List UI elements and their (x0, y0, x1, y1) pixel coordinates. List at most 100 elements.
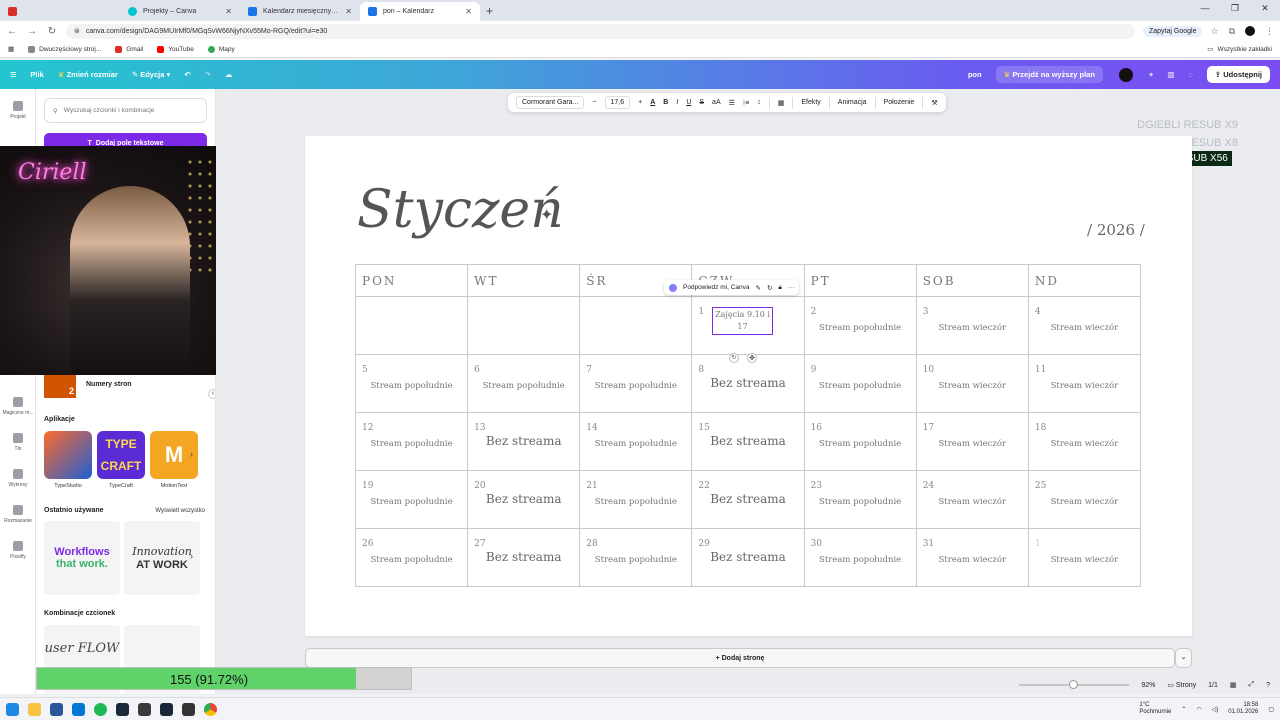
redo-icon[interactable]: ↷ (205, 70, 211, 79)
analytics-icon[interactable]: ▥ (1167, 70, 1174, 79)
chevron-down-icon[interactable]: ⌄ (1175, 648, 1192, 668)
calendar-day-cell[interactable]: 25 Stream wieczór (1027, 470, 1142, 529)
steam-icon[interactable] (116, 702, 129, 716)
suggest-canva-button[interactable]: Podpowiedz mi, Canva (683, 284, 749, 291)
day-event[interactable]: Stream popołudnie (805, 497, 916, 507)
position-button[interactable]: Położenie (884, 99, 915, 106)
menu-kebab-icon[interactable]: ⋮ (1265, 26, 1274, 37)
new-tab-button[interactable]: + (480, 4, 499, 21)
day-event[interactable]: Stream wieczór (917, 323, 1028, 333)
calendar-day-cell[interactable]: 1 Stream wieczór (1027, 528, 1142, 587)
browser-tab-3[interactable]: pon – Kalendarz ✕ (360, 2, 480, 21)
weather-widget[interactable]: 1°C Pochmurnie (1139, 702, 1171, 716)
browser-tab-2[interactable]: Kalendarz miesięczny – listopad… ✕ (240, 2, 360, 21)
day-event[interactable]: Stream wieczór (917, 497, 1028, 507)
calendar-day-cell[interactable] (579, 296, 693, 355)
file-menu[interactable]: Plik (30, 70, 43, 79)
calendar-day-cell[interactable]: 4 Stream wieczór (1027, 296, 1142, 355)
calendar-day-cell[interactable]: 2 Stream popołudnie (803, 296, 917, 355)
close-icon[interactable]: ✕ (345, 7, 352, 16)
calendar-day-cell[interactable]: 16 Stream popołudnie (803, 412, 917, 471)
magic-edit-icon[interactable]: ✎ (755, 284, 760, 292)
calendar-day-cell[interactable]: 24 Stream wieczór (915, 470, 1029, 529)
day-event[interactable]: Stream wieczór (917, 555, 1028, 565)
rail-item-pixelify[interactable]: Pixelify (0, 541, 36, 560)
add-collaborator-icon[interactable]: + (1149, 70, 1153, 79)
all-bookmarks[interactable]: ▭ Wszystkie zakładki (1207, 45, 1272, 54)
calendar-day-cell[interactable]: 14 Stream popołudnie (579, 412, 693, 471)
zoom-level[interactable]: 92% (1141, 682, 1155, 689)
calendar-day-cell[interactable]: 6 Stream popołudnie (467, 354, 581, 413)
calendar-day-cell[interactable]: 10 Stream wieczór (915, 354, 1029, 413)
rotate-handle-icon[interactable]: ↻ (729, 353, 739, 363)
document-name[interactable]: pon (968, 70, 982, 79)
zoom-slider-thumb[interactable] (1069, 680, 1079, 689)
app-typecraft[interactable]: TYPE CRAFT TypeCraft (97, 431, 145, 489)
calendar-day-cell[interactable]: 27 Bez streama (467, 528, 581, 587)
bookmark-item[interactable]: Dwuczęściowy stroj... (28, 45, 101, 53)
day-event[interactable]: Stream popołudnie (805, 555, 916, 565)
day-event[interactable]: Bez streama (468, 492, 579, 506)
bookmark-item[interactable]: Mapy (207, 45, 235, 53)
calendar-day-cell[interactable]: 19 Stream popołudnie (354, 470, 469, 529)
calendar-day-cell[interactable]: 5 Stream popołudnie (354, 354, 469, 413)
steam-icon[interactable] (160, 702, 173, 716)
day-event[interactable]: Stream wieczór (1029, 381, 1140, 391)
clock[interactable]: 18:58 01.01.2026 (1228, 702, 1258, 716)
extensions-icon[interactable]: ⧉ (1229, 26, 1235, 37)
bold-icon[interactable]: B (663, 99, 668, 106)
italic-icon[interactable]: I (676, 99, 678, 106)
calendar-day-cell[interactable]: 26 Stream popołudnie (354, 528, 469, 587)
share-button[interactable]: ⇪ Udostępnij (1206, 66, 1270, 83)
day-event[interactable]: Stream wieczór (1029, 497, 1140, 507)
day-event[interactable]: Bez streama (692, 376, 803, 390)
comment-icon[interactable]: ◌ (1188, 70, 1192, 79)
windows-start-icon[interactable] (6, 702, 19, 716)
app-icon[interactable] (138, 702, 151, 716)
file-explorer-icon[interactable] (28, 702, 41, 716)
weekday-header[interactable]: ND (1027, 264, 1142, 297)
app-icon[interactable] (72, 702, 85, 716)
sparkle-icon[interactable]: ✦ (540, 205, 553, 225)
align-center-icon[interactable]: ☰ (729, 99, 735, 107)
calendar-day-cell[interactable]: 31 Stream wieczór (915, 528, 1029, 587)
calendar-day-cell[interactable]: 12 Stream popołudnie (354, 412, 469, 471)
notification-icon[interactable]: ▢ (1268, 706, 1274, 713)
chevron-right-icon[interactable]: › (190, 449, 193, 459)
day-event[interactable]: Bez streama (692, 492, 803, 506)
effects-button[interactable]: Efekty (801, 99, 820, 106)
calendar-day-cell[interactable]: 22 Bez streama (691, 470, 805, 529)
calendar-day-cell[interactable]: 8 Bez streama (691, 354, 805, 413)
font-size-increase[interactable]: + (638, 99, 642, 106)
calendar-day-cell[interactable]: 9 Stream popołudnie (803, 354, 917, 413)
day-event[interactable]: Stream wieczór (1029, 439, 1140, 449)
lock-icon[interactable]: 🔒︎ (778, 284, 781, 292)
selected-text-box[interactable]: Zajęcia 9.10 i 17 (712, 307, 773, 335)
tray-chevron-icon[interactable]: ⌃ (1181, 706, 1186, 713)
day-event[interactable]: Stream popołudnie (356, 381, 467, 391)
move-handle-icon[interactable]: ✥ (747, 353, 757, 363)
app-typestudio[interactable]: TypeStudio (44, 431, 92, 489)
calendar-day-cell[interactable]: 18 Stream wieczór (1027, 412, 1142, 471)
bookmark-star-icon[interactable]: ☆ (1210, 26, 1218, 37)
grid-view-icon[interactable]: ▦ (1230, 681, 1237, 689)
wifi-icon[interactable]: ◠ (1196, 706, 1201, 713)
month-title[interactable]: Styczeń (357, 180, 564, 240)
calendar-day-cell[interactable]: 7 Stream popołudnie (579, 354, 693, 413)
case-icon[interactable]: aA (712, 99, 721, 106)
day-event[interactable]: Stream wieczór (917, 381, 1028, 391)
more-icon[interactable]: ··· (788, 284, 795, 291)
spotify-icon[interactable] (94, 702, 107, 716)
weekday-header[interactable]: PON (354, 264, 469, 297)
day-event[interactable]: Stream wieczór (917, 439, 1028, 449)
apps-grid-icon[interactable]: ▦ (8, 45, 14, 53)
cloud-save-icon[interactable]: ☁ (225, 70, 233, 79)
volume-icon[interactable]: ◁) (1212, 706, 1219, 713)
font-search-input[interactable]: ⚲ Wyszukaj czcionki i kombinacje (44, 98, 207, 123)
app-icon[interactable] (182, 702, 195, 716)
url-field[interactable]: ⊜ canva.com/design/DAG9MUIrMf0/MGqSvW66N… (66, 23, 1135, 39)
calendar-day-cell[interactable]: 23 Stream popołudnie (803, 470, 917, 529)
chrome-icon[interactable] (204, 702, 217, 716)
font-size-input[interactable]: 17,6 (604, 96, 631, 109)
rail-item-background[interactable]: Tło (0, 433, 36, 452)
